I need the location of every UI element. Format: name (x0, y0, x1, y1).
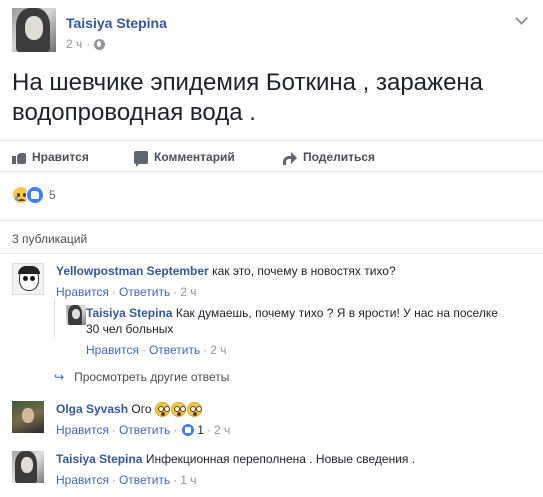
author-avatar[interactable] (12, 8, 56, 52)
globe-icon[interactable] (94, 38, 106, 50)
comment-like-link[interactable]: Нравится (56, 284, 109, 300)
comment-like-count[interactable]: 1 (197, 422, 204, 438)
share-button-label: Поделиться (303, 150, 376, 164)
comment-timestamp[interactable]: 2 ч (180, 284, 196, 300)
comment-like-link[interactable]: Нравится (56, 472, 109, 488)
comment-timestamp[interactable]: 2 ч (214, 422, 230, 438)
comment-meta: Нравится · Ответить · 2 ч (56, 284, 197, 300)
like-button-label: Нравится (32, 150, 89, 164)
emoji-group (154, 402, 202, 418)
reply-author[interactable]: Taisiya Stepina (86, 306, 172, 320)
like-count-icon (182, 424, 195, 437)
reply-arrow-icon: ↪ (54, 370, 65, 384)
comment: Taisiya Stepina Инфекционная переполнена… (12, 451, 532, 491)
comment: Olga Syvash Ого Нравится · Ответить · 1 … (12, 401, 532, 441)
astonished-face-icon (170, 402, 186, 418)
reply-meta: Нравится · Ответить · 2 ч (86, 342, 227, 358)
reactions-summary[interactable]: 5 (12, 186, 56, 204)
share-arrow-icon (283, 151, 297, 165)
thumbs-up-icon (12, 151, 26, 164)
like-button[interactable]: Нравится (12, 141, 89, 173)
comment-reply-link[interactable]: Ответить (119, 284, 170, 300)
view-more-replies-label: Просмотреть другие ответы (74, 370, 230, 384)
reply-avatar[interactable] (66, 305, 86, 325)
comment-reply: Taisiya Stepina Как думаешь, почему тихо… (66, 305, 526, 363)
commenter-avatar[interactable] (12, 263, 44, 295)
comments-section: 3 публикаций Yellowpostman September как… (0, 220, 543, 497)
reply-reply-link[interactable]: Ответить (149, 342, 200, 358)
comment-reply-link[interactable]: Ответить (119, 422, 170, 438)
post-author-name[interactable]: Taisiya Stepina (66, 15, 167, 31)
comment-reply-link[interactable]: Ответить (119, 472, 170, 488)
post-header: Taisiya Stepina 2 ч · (12, 8, 532, 56)
chevron-down-icon[interactable] (515, 12, 528, 25)
like-reaction-icon (26, 186, 44, 204)
divider (0, 253, 543, 254)
commenter-avatar[interactable] (12, 401, 44, 433)
comment-button-label: Комментарий (154, 150, 235, 164)
post-text: На шевчике эпидемия Боткина , заражена в… (12, 69, 484, 126)
comment-text: Ого (131, 402, 152, 416)
reply-like-link[interactable]: Нравится (86, 342, 139, 358)
astonished-face-icon (154, 402, 170, 418)
reaction-count[interactable]: 5 (49, 188, 56, 202)
comment-button[interactable]: Комментарий (134, 141, 235, 173)
reply-thread-line (54, 299, 55, 339)
comment-timestamp[interactable]: 1 ч (180, 472, 196, 488)
comment-like-link[interactable]: Нравится (56, 422, 109, 438)
post-meta: 2 ч · (66, 37, 106, 51)
comment-author[interactable]: Taisiya Stepina (56, 452, 142, 466)
comment-text: как это, почему в новостях тихо? (212, 264, 396, 278)
comment-meta: Нравится · Ответить · 1 ч (56, 472, 197, 488)
comment-text: Инфекционная переполнена . Новые сведени… (145, 452, 416, 466)
comment: Yellowpostman September как это, почему … (12, 263, 532, 303)
publications-count[interactable]: 3 публикаций (12, 232, 87, 246)
comment-author[interactable]: Yellowpostman September (56, 264, 209, 278)
comment-author[interactable]: Olga Syvash (56, 402, 128, 416)
meta-separator: · (86, 37, 91, 51)
reply-timestamp[interactable]: 2 ч (210, 342, 226, 358)
comment-meta: Нравится · Ответить · 1 · 2 ч (56, 422, 231, 438)
commenter-avatar[interactable] (12, 451, 44, 483)
astonished-face-icon (186, 402, 202, 418)
share-button[interactable]: Поделиться (283, 141, 375, 173)
comment-icon (134, 150, 148, 167)
view-more-replies[interactable]: ↪ Просмотреть другие ответы (54, 370, 229, 384)
post-timestamp[interactable]: 2 ч (66, 37, 82, 51)
post-action-bar: Нравится Комментарий Поделиться (0, 140, 543, 172)
